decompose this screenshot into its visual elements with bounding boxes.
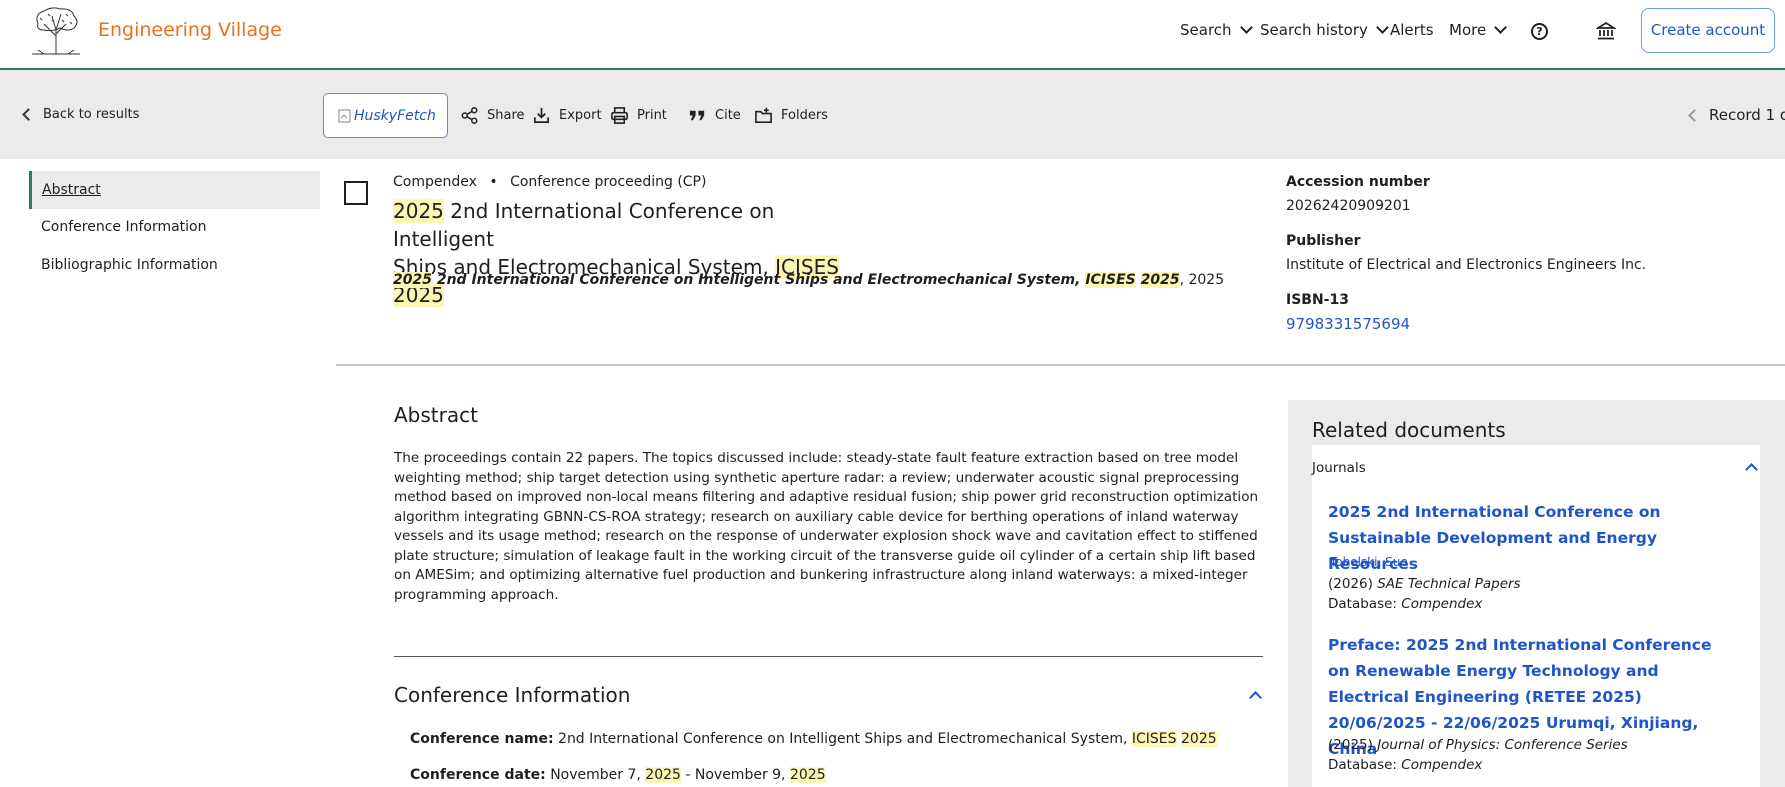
related-doc-year: (2025) xyxy=(1328,737,1373,753)
broken-image-icon xyxy=(338,109,351,122)
related-doc-database-value: Compendex xyxy=(1401,596,1483,612)
document-type: Conference proceeding (CP) xyxy=(510,174,707,190)
institution-icon[interactable] xyxy=(1596,21,1616,41)
sidebar-item-bibliographic-information[interactable]: Bibliographic Information xyxy=(29,246,320,284)
nav-search[interactable]: Search xyxy=(1180,21,1253,39)
chevron-down-icon xyxy=(1376,21,1389,34)
conference-date-highlight: 2025 xyxy=(789,767,826,783)
huskyfetch-label: HuskyFetch xyxy=(354,107,436,124)
isbn-label: ISBN-13 xyxy=(1286,292,1349,308)
related-doc-author[interactable]: Tobolski, Sue xyxy=(1330,555,1408,569)
related-doc-database: Database: Compendex xyxy=(1328,596,1482,612)
conference-date-start: November 7, xyxy=(550,767,646,783)
share-icon xyxy=(461,107,478,124)
conference-date-row: Conference date: November 7, 2025 - Nove… xyxy=(410,767,826,783)
record-count: Record 1 of xyxy=(1709,106,1785,124)
related-doc-database-value: Compendex xyxy=(1401,757,1483,773)
related-doc-journal: SAE Technical Papers xyxy=(1377,576,1521,592)
conference-date-highlight: 2025 xyxy=(645,767,681,783)
elsevier-tree-logo[interactable] xyxy=(28,6,84,56)
journals-accordion-label[interactable]: Journals xyxy=(1312,460,1366,476)
folders-button[interactable]: Folders xyxy=(754,106,828,125)
export-button[interactable]: Export xyxy=(532,106,602,125)
share-button[interactable]: Share xyxy=(460,106,525,125)
publisher-label: Publisher xyxy=(1286,233,1361,249)
related-documents-heading: Related documents xyxy=(1312,418,1506,442)
conference-date-sep: - November 9, xyxy=(680,767,790,783)
title-text: 2nd International Conference on Intellig… xyxy=(393,199,775,251)
back-to-results-label: Back to results xyxy=(43,107,140,122)
related-doc-database-label: Database: xyxy=(1328,596,1397,612)
share-label: Share xyxy=(487,108,525,123)
conference-date-label: Conference date: xyxy=(410,767,546,783)
folder-add-icon xyxy=(755,107,772,123)
abstract-text: The proceedings contain 22 papers. The t… xyxy=(394,450,1259,603)
record-meta: Compendex • Conference proceeding (CP) xyxy=(393,174,706,190)
related-doc-journal: Journal of Physics: Conference Series xyxy=(1377,737,1628,753)
record-title: 2025 2nd International Conference on Int… xyxy=(393,197,873,309)
source-highlight: 2025 xyxy=(393,272,432,288)
abstract-heading: Abstract xyxy=(394,403,478,427)
chevron-down-icon xyxy=(1494,21,1508,34)
print-button[interactable]: Print xyxy=(610,106,667,125)
chevron-down-icon xyxy=(1239,21,1253,34)
conference-name-row: Conference name: 2nd International Confe… xyxy=(410,731,1217,747)
bullet-separator: • xyxy=(489,174,498,190)
conference-information-heading: Conference Information xyxy=(394,683,631,707)
related-doc-database: Database: Compendex xyxy=(1328,757,1482,773)
section-divider xyxy=(336,364,1785,366)
abstract-divider xyxy=(394,656,1263,657)
accession-number-label: Accession number xyxy=(1286,174,1430,190)
source-text: 2nd International Conference on Intellig… xyxy=(431,272,1086,288)
nav-more[interactable]: More xyxy=(1449,21,1508,39)
cite-label: Cite xyxy=(715,108,741,123)
related-doc-source: (2026) SAE Technical Papers xyxy=(1328,576,1521,592)
huskyfetch-button[interactable]: HuskyFetch xyxy=(323,93,448,138)
sidebar-item-conference-information[interactable]: Conference Information xyxy=(29,208,320,246)
top-header: Engineering Village Search Search histor… xyxy=(0,0,1785,70)
conference-name-text: 2nd International Conference on Intellig… xyxy=(558,731,1132,747)
record-pager: Record 1 of xyxy=(1688,106,1785,124)
nav-search-label: Search xyxy=(1180,21,1232,39)
title-highlight: 2025 xyxy=(393,199,444,223)
conference-name-highlight: ICISES xyxy=(1131,731,1177,747)
nav-alerts[interactable]: Alerts xyxy=(1390,21,1434,39)
related-doc-database-label: Database: xyxy=(1328,757,1397,773)
brand-name[interactable]: Engineering Village xyxy=(98,19,282,41)
source-title[interactable]: 2025 2nd International Conference on Int… xyxy=(393,272,1224,288)
related-doc-year: (2026) xyxy=(1328,576,1373,592)
download-icon xyxy=(533,107,550,124)
cite-button[interactable]: Cite xyxy=(688,106,741,125)
source-highlight: ICISES xyxy=(1085,272,1136,288)
chevron-left-icon[interactable] xyxy=(1688,108,1701,122)
chevron-left-icon xyxy=(22,108,35,121)
nav-search-history-label: Search history xyxy=(1260,21,1368,39)
sidebar-item-abstract[interactable]: Abstract xyxy=(29,171,320,209)
chevron-up-icon[interactable] xyxy=(1249,691,1262,704)
create-account-button[interactable]: Create account xyxy=(1641,8,1775,53)
nav-search-history[interactable]: Search history xyxy=(1260,21,1389,39)
publisher-value: Institute of Electrical and Electronics … xyxy=(1286,257,1647,273)
nav-alerts-label: Alerts xyxy=(1390,21,1434,39)
help-icon[interactable]: ? xyxy=(1531,23,1548,40)
export-label: Export xyxy=(559,108,602,123)
accession-number-value: 20262420909201 xyxy=(1286,198,1411,214)
conference-name-label: Conference name: xyxy=(410,731,554,747)
printer-icon xyxy=(611,107,628,124)
select-record-checkbox[interactable] xyxy=(344,181,368,205)
source-highlight: 2025 xyxy=(1140,272,1180,288)
record-toolbar xyxy=(0,70,1785,159)
nav-more-label: More xyxy=(1449,21,1487,39)
back-to-results-link[interactable]: Back to results xyxy=(22,107,140,122)
quote-icon xyxy=(689,110,705,121)
source-year: , 2025 xyxy=(1179,272,1225,288)
folders-label: Folders xyxy=(781,108,828,123)
isbn-link[interactable]: 9798331575694 xyxy=(1286,315,1410,333)
print-label: Print xyxy=(637,108,667,123)
database-label: Compendex xyxy=(393,174,477,190)
related-doc-source: (2025) Journal of Physics: Conference Se… xyxy=(1328,737,1628,753)
conference-name-highlight: 2025 xyxy=(1181,731,1217,747)
